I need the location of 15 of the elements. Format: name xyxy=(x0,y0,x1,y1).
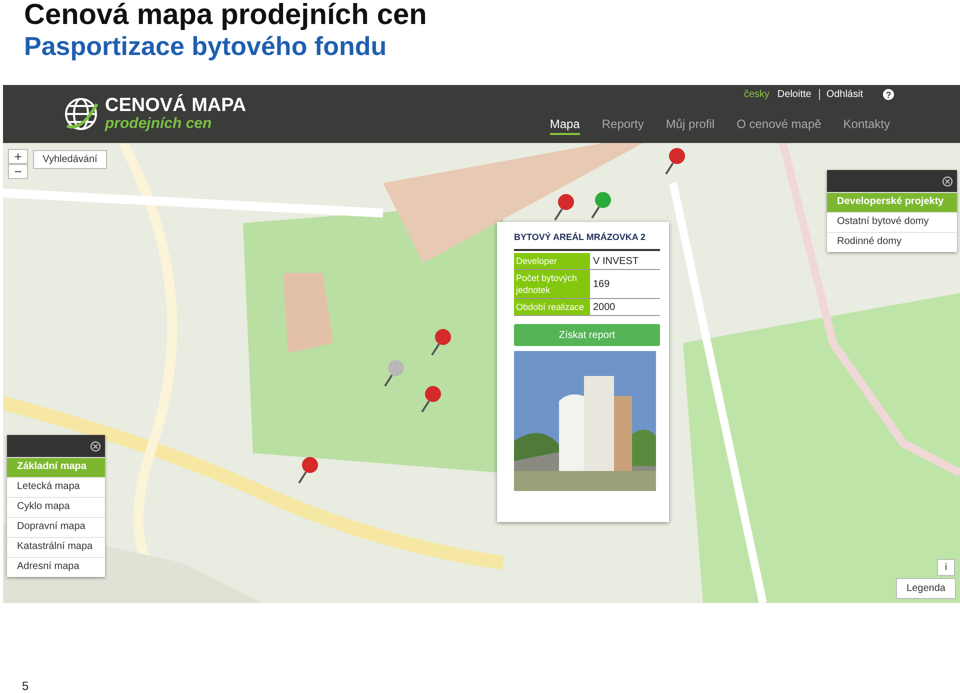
nav-link[interactable]: Kontakty xyxy=(843,117,890,135)
header-link[interactable]: Odhlásit xyxy=(819,89,863,100)
nav-link[interactable]: O cenové mapě xyxy=(736,117,822,135)
nav-link[interactable]: Můj profil xyxy=(666,117,715,135)
help-icon[interactable]: ? xyxy=(883,89,894,100)
nav-link[interactable]: Mapa xyxy=(550,117,580,135)
header-link[interactable]: Deloitte xyxy=(777,89,812,100)
logo-subtitle: prodejních cen xyxy=(105,116,213,132)
logo-title: CENOVÁ MAPA xyxy=(105,96,246,116)
globe-logo-icon xyxy=(63,96,99,132)
nav-link[interactable]: Reporty xyxy=(602,117,644,135)
slide-title: Cenová mapa prodejních cen xyxy=(24,0,428,30)
slide-subtitle: Pasportizace bytového fondu xyxy=(24,30,388,62)
header-link[interactable]: česky xyxy=(744,89,770,100)
page-number: 5 xyxy=(22,679,29,693)
